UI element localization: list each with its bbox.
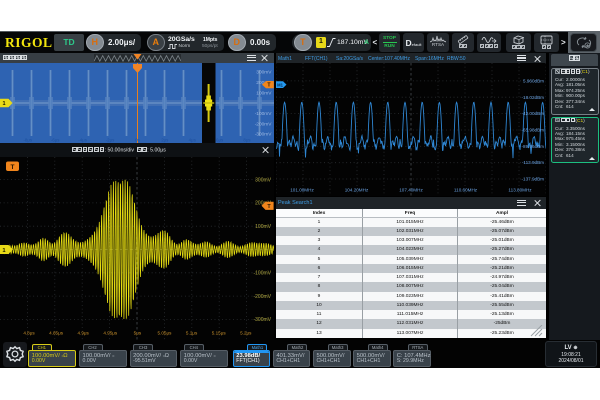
svg-text:100mV: 100mV (256, 90, 272, 96)
svg-text:-4μs: -4μs (78, 138, 87, 143)
svg-text:5μs: 5μs (134, 331, 142, 336)
svg-text:113.80MHz: 113.80MHz (508, 188, 532, 193)
svg-text:-2μs: -2μs (106, 138, 115, 143)
svg-text:-113.9dBm: -113.9dBm (522, 160, 544, 165)
svg-text:6μs: 6μs (216, 138, 224, 143)
svg-text:-8μs: -8μs (23, 138, 32, 143)
svg-text:101.00MHz: 101.00MHz (290, 188, 314, 193)
svg-text:5.1μs: 5.1μs (186, 331, 198, 336)
svg-text:-100mV: -100mV (253, 271, 271, 277)
svg-text:-300mV: -300mV (253, 317, 271, 323)
svg-text:8μs: 8μs (243, 138, 251, 143)
svg-text:107.40MHz: 107.40MHz (399, 188, 423, 193)
svg-text:1: 1 (2, 101, 5, 107)
svg-text:-200mV: -200mV (255, 121, 273, 127)
svg-text:300mV: 300mV (256, 70, 272, 76)
svg-text:-65.98dBm: -65.98dBm (522, 128, 545, 133)
svg-text:-100mV: -100mV (255, 111, 273, 117)
svg-text:110.60MHz: 110.60MHz (454, 188, 478, 193)
svg-text:5.15μs: 5.15μs (212, 331, 227, 336)
svg-text:4.95μs: 4.95μs (103, 331, 118, 336)
svg-text:4.85μs: 4.85μs (49, 331, 64, 336)
svg-text:-300mV: -300mV (255, 132, 273, 138)
svg-text:300mV: 300mV (255, 177, 272, 183)
svg-text:104.20MHz: 104.20MHz (345, 188, 369, 193)
svg-text:4.8μs: 4.8μs (23, 331, 35, 336)
svg-text:T: T (11, 164, 15, 171)
svg-text:100mV: 100mV (255, 224, 272, 230)
svg-text:-18.02dBm: -18.02dBm (522, 95, 545, 100)
svg-text:M1: M1 (277, 82, 283, 87)
svg-text:-6μs: -6μs (51, 138, 60, 143)
svg-text:5.05μs: 5.05μs (158, 331, 173, 336)
svg-text:4μs: 4μs (189, 138, 197, 143)
svg-text:-89.96dBm: -89.96dBm (522, 144, 545, 149)
svg-text:5.960dBm: 5.960dBm (523, 79, 544, 84)
svg-text:5.2μs: 5.2μs (240, 331, 252, 336)
svg-text:-200mV: -200mV (253, 294, 271, 300)
svg-text:0s: 0s (135, 138, 140, 143)
svg-text:-137.9dBm: -137.9dBm (522, 177, 545, 182)
svg-text:-42.00dBm: -42.00dBm (522, 111, 545, 116)
svg-text:4.9μs: 4.9μs (78, 331, 90, 336)
svg-text:2μs: 2μs (161, 138, 169, 143)
